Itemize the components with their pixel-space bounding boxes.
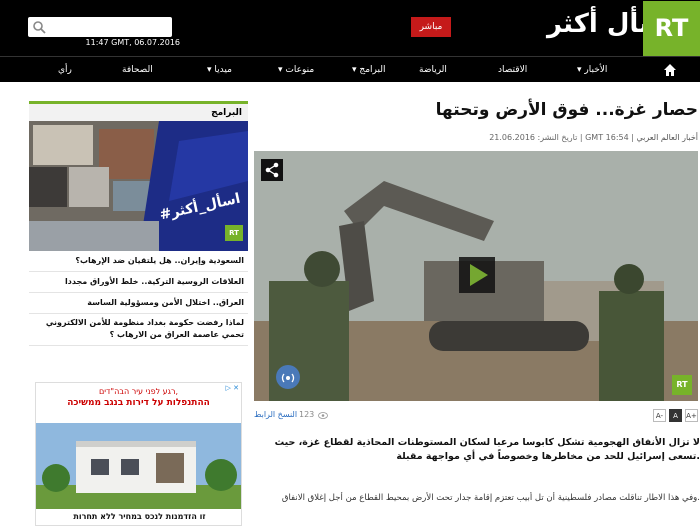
nav-item-economy[interactable]: الاقتصاد bbox=[498, 57, 527, 83]
rt-logo[interactable]: RT bbox=[643, 1, 700, 56]
list-item[interactable]: العراق.. اختلال الأمن ومسؤولية الساسة bbox=[29, 293, 248, 314]
programs-promo-image[interactable]: #اسأل_أكثر RT bbox=[29, 121, 248, 251]
view-count: 123 bbox=[299, 410, 315, 419]
advertisement[interactable]: ▷ ✕ רגע לפני עיר הבה"דים, ההתנפלות על די… bbox=[35, 382, 242, 526]
font-increase-button[interactable]: A- bbox=[653, 409, 666, 422]
ad-top-line: רגע לפני עיר הבה"דים, bbox=[98, 387, 179, 396]
article-lead: لا تزال الأنفاق الهجومية تشكل كابوسا مرع… bbox=[274, 437, 700, 462]
promo-graphic bbox=[29, 121, 248, 251]
ad-close-icon[interactable]: ▷ ✕ bbox=[226, 384, 239, 392]
list-item[interactable]: لماذا رفضت حكومة بغداد منظومة للأمن الال… bbox=[29, 314, 248, 346]
nav-item-news[interactable]: ▾ الأخبار bbox=[577, 57, 607, 83]
share-button[interactable] bbox=[261, 159, 283, 181]
nav-item-media[interactable]: ▾ ميديا bbox=[207, 57, 232, 83]
nav-item-press[interactable]: الصحافة bbox=[122, 57, 153, 83]
play-button[interactable] bbox=[459, 257, 495, 293]
promo-rt-logo: RT bbox=[225, 225, 243, 241]
article-meta: تاريخ النشر: 21.06.2016 | GMT 16:54 | أخ… bbox=[254, 133, 698, 142]
font-decrease-button[interactable]: A+ bbox=[685, 409, 698, 422]
nav-item-programs[interactable]: ▾ البرامج bbox=[352, 57, 385, 83]
search-icon[interactable] bbox=[32, 20, 46, 34]
programs-sidebar: البرامج #اسأل_أكثر RT السعودية وإيران.. … bbox=[29, 101, 248, 346]
article-tools: النسخ الرابط 123 A- A A+ bbox=[254, 409, 698, 423]
article-body: وفي هذا الاطار تناقلت مصادر فلسطينية أن … bbox=[281, 493, 700, 503]
ad-house-image bbox=[36, 423, 241, 511]
top-bar: 11:47 GMT, 06.07.2016 مباشر أسأل أكثر RT bbox=[0, 0, 700, 56]
main-nav: ▾ الأخبار الاقتصاد الرياضة ▾ البرامج ▾ م… bbox=[0, 56, 700, 82]
ad-bottom-line: זו הזדמנות לנכס במחיר ללא תחרות bbox=[36, 509, 241, 525]
font-normal-button[interactable]: A bbox=[669, 409, 682, 422]
live-button[interactable]: مباشر bbox=[411, 17, 451, 37]
sidebar-list: السعودية وإيران.. هل يلتقيان ضد الإرهاب؟… bbox=[29, 251, 248, 346]
radio-wave-icon bbox=[281, 373, 295, 383]
nav-item-sport[interactable]: الرياضة bbox=[419, 57, 447, 83]
current-datetime: 11:47 GMT, 06.07.2016 bbox=[85, 38, 180, 47]
list-item[interactable]: العلاقات الروسية التركية.. خلط الأوراق م… bbox=[29, 272, 248, 293]
article-category-link[interactable]: أخبار العالم العربي bbox=[636, 133, 698, 142]
ad-title-line: ההתנפלות על דירות בנגב ממשיכה bbox=[67, 398, 210, 408]
article-publish-date: تاريخ النشر: 21.06.2016 | GMT 16:54 | bbox=[489, 133, 634, 142]
search-input[interactable] bbox=[28, 17, 172, 37]
nav-item-misc[interactable]: ▾ منوعات bbox=[278, 57, 314, 83]
video-player[interactable]: RT bbox=[254, 151, 698, 401]
article-title: حصار غزة... فوق الأرض وتحتها bbox=[435, 100, 698, 120]
home-icon[interactable] bbox=[662, 62, 678, 78]
video-rt-logo: RT bbox=[672, 375, 692, 395]
podcast-icon[interactable] bbox=[276, 365, 300, 389]
list-item[interactable]: السعودية وإيران.. هل يلتقيان ضد الإرهاب؟ bbox=[29, 251, 248, 272]
share-icon bbox=[265, 162, 279, 178]
sidebar-heading: البرامج bbox=[29, 101, 248, 121]
nav-item-opinion[interactable]: رأي bbox=[58, 57, 72, 83]
play-icon bbox=[470, 264, 488, 286]
short-link[interactable]: النسخ الرابط bbox=[254, 410, 297, 419]
eye-icon bbox=[318, 412, 328, 419]
